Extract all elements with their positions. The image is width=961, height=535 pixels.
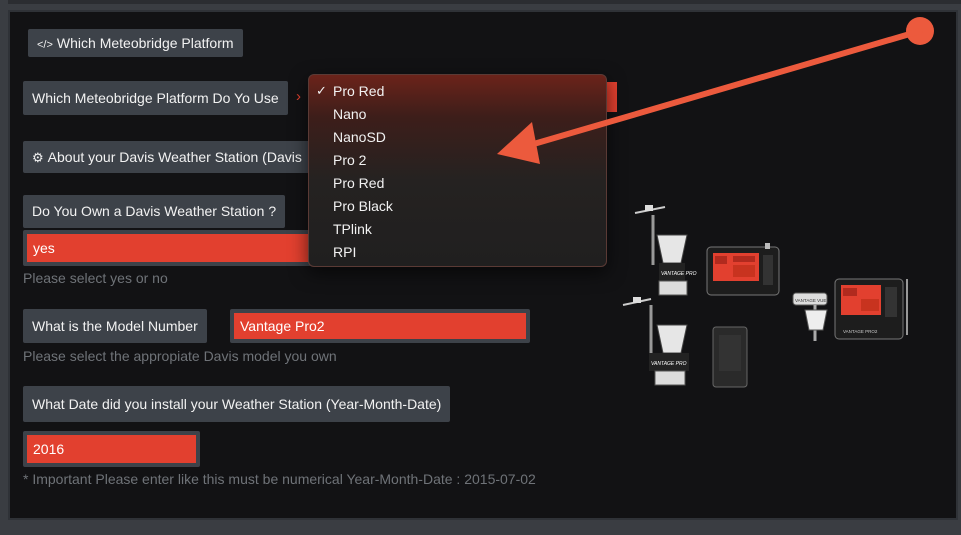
arrow-shaft [517, 28, 923, 151]
arrow-head [497, 122, 540, 164]
annotation-arrow [497, 17, 934, 164]
